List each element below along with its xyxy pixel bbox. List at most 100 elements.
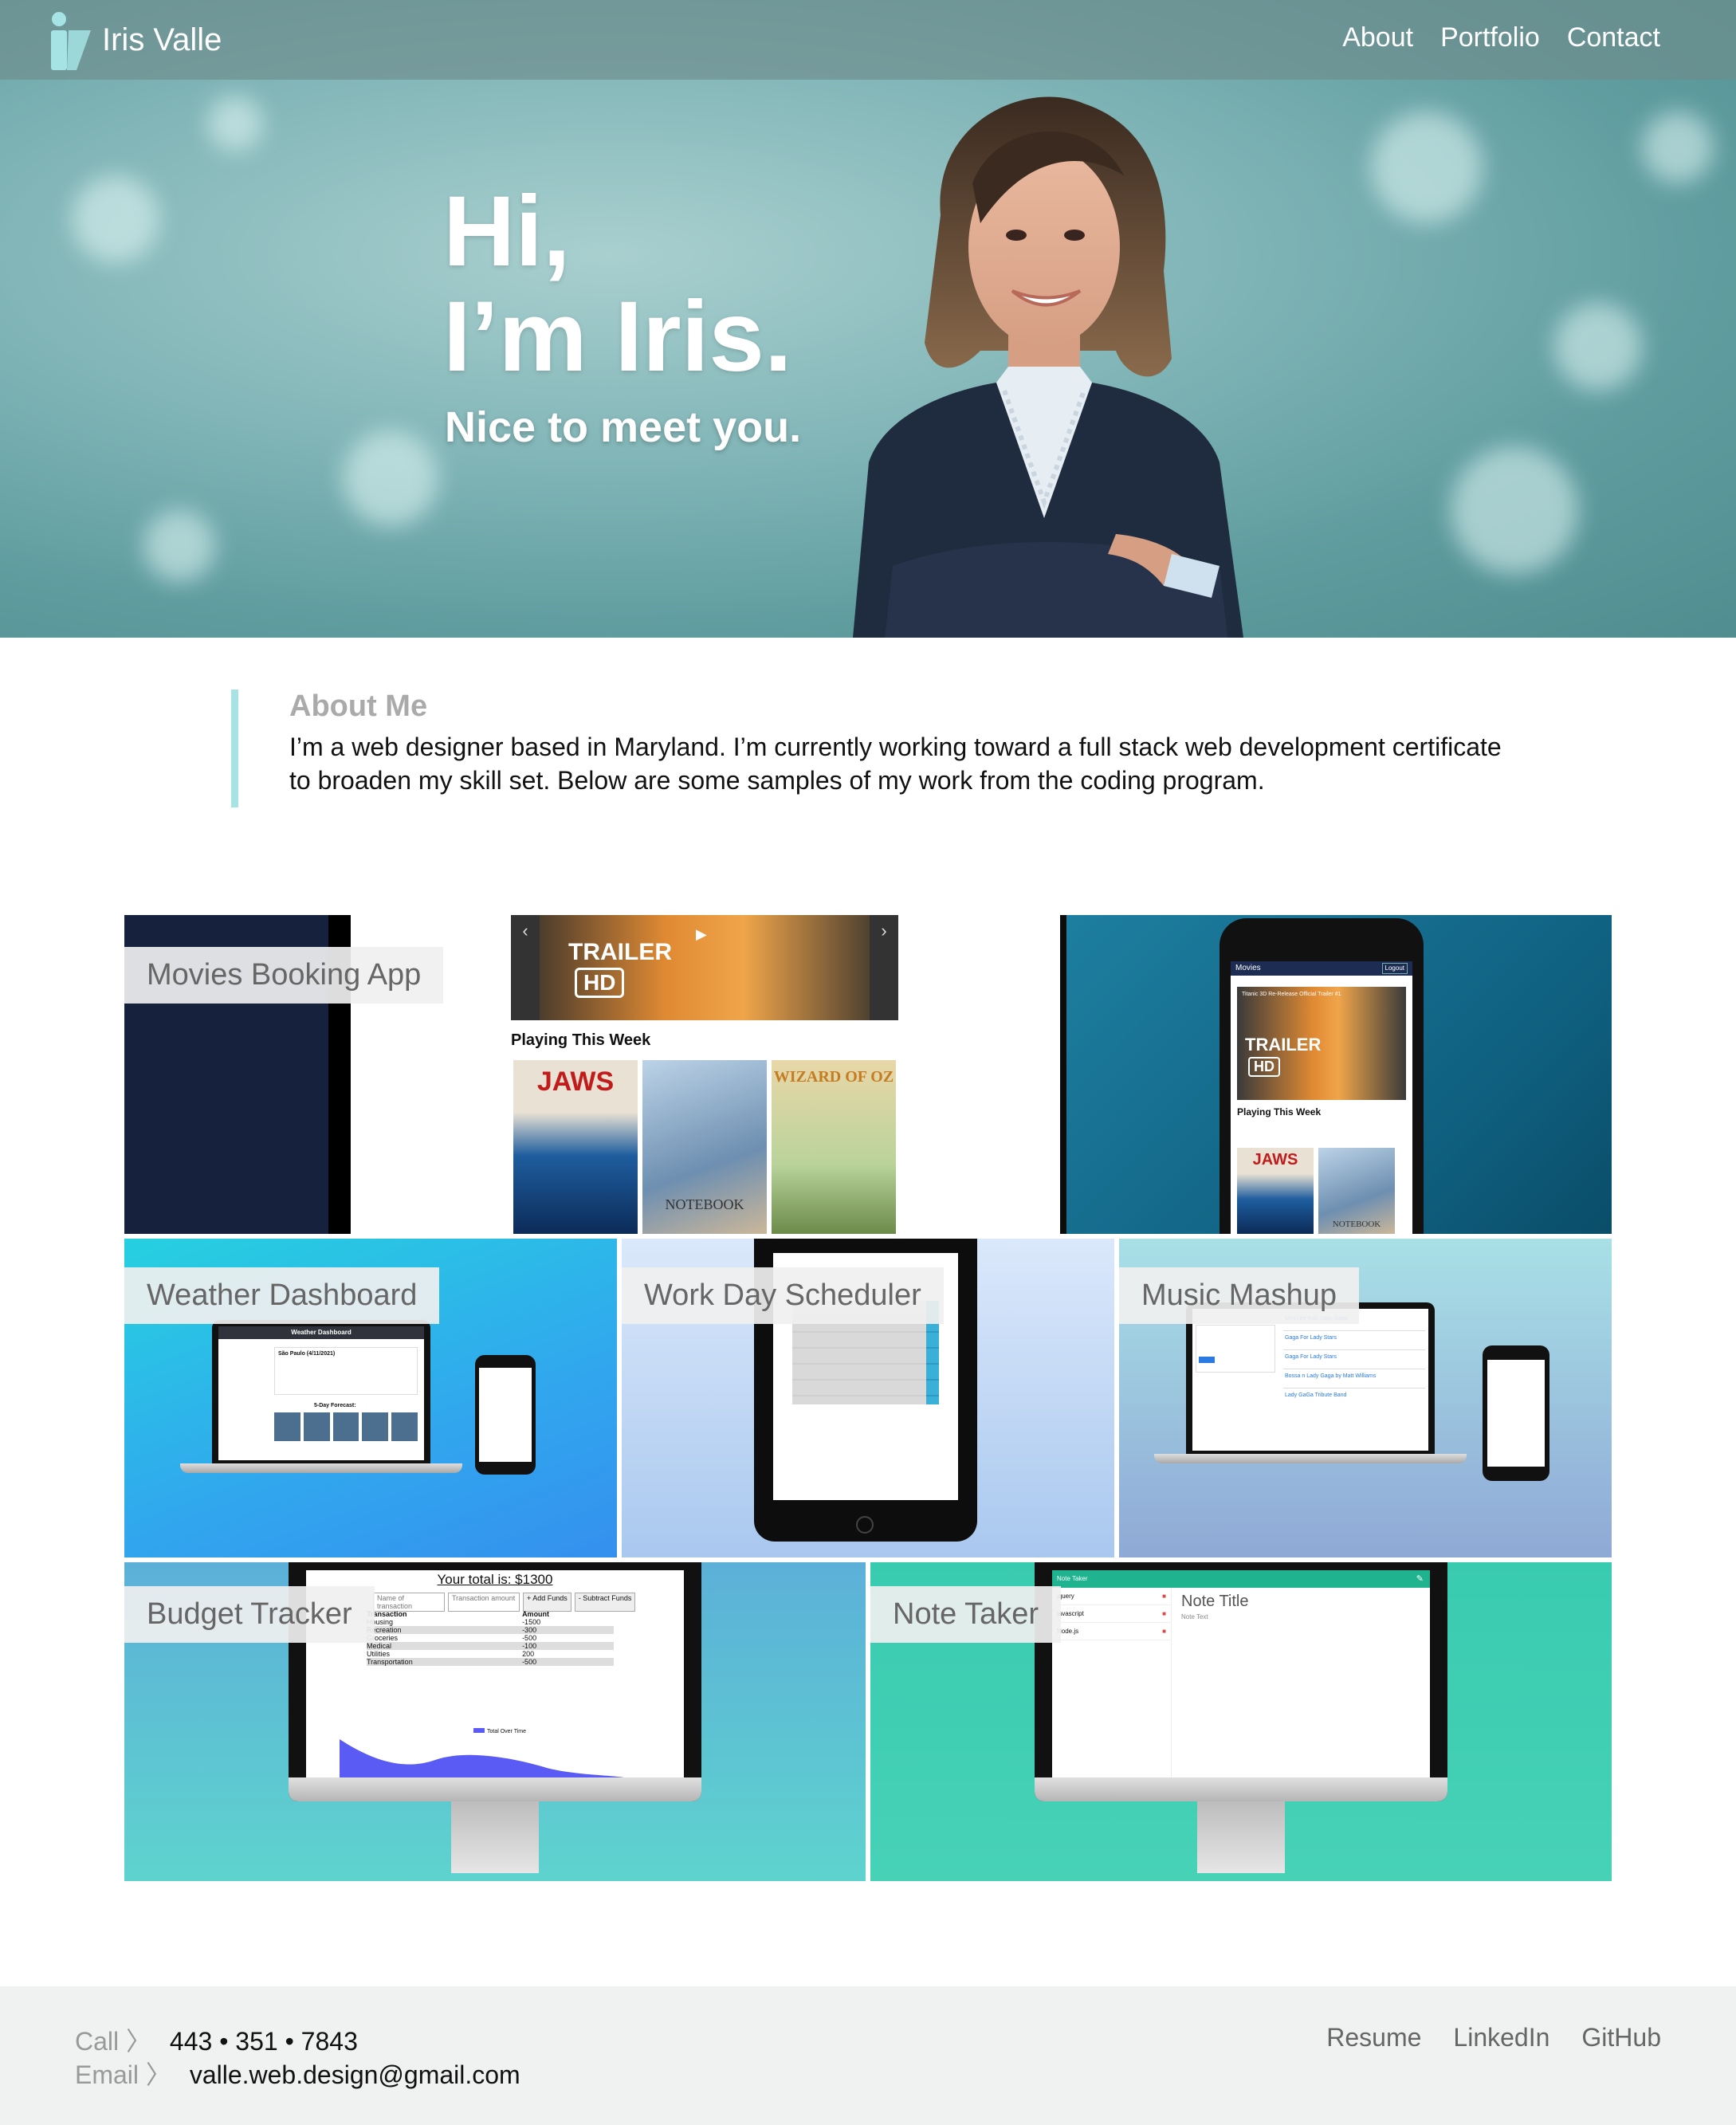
github-link[interactable]: GitHub	[1581, 2023, 1661, 2052]
call-label: Call 〉	[75, 2027, 152, 2056]
song-item[interactable]: Gaga For Lady Stars	[1283, 1331, 1425, 1350]
phone-number[interactable]: 443 • 351 • 7843	[170, 2027, 358, 2056]
poster-wizard-of-oz[interactable]: WIZARD OF OZ	[772, 1060, 896, 1234]
cell: 200	[522, 1650, 535, 1658]
nav-link-contact[interactable]: Contact	[1567, 22, 1660, 53]
forecast-cards	[274, 1412, 418, 1441]
project-tile-scheduler[interactable]: Work Day Scheduler	[622, 1239, 1114, 1557]
forecast-heading: 5-Day Forecast:	[314, 1403, 356, 1408]
email-address[interactable]: valle.web.design@gmail.com	[190, 2060, 520, 2089]
trash-icon[interactable]: ■	[1162, 1628, 1166, 1635]
phone-screen: Movies Logout Titanic 3D Re-Release Offi…	[1231, 961, 1412, 1234]
cell: Housing	[367, 1618, 394, 1626]
trailer-banner[interactable]: ‹ › TRAILER HD ▶	[511, 915, 898, 1020]
about-text: I’m a web designer based in Maryland. I’…	[289, 733, 1502, 795]
note-list-item[interactable]: jquery ■	[1052, 1588, 1171, 1605]
edit-icon[interactable]: ✎	[1416, 1570, 1424, 1588]
project-title[interactable]: Movies Booking App	[124, 947, 444, 1004]
budget-area-chart	[340, 1739, 634, 1779]
song-list: Mim Lee feat. Lady Gaga Gaga For Lady St…	[1283, 1312, 1425, 1402]
monitor-chin	[289, 1777, 701, 1801]
project-title[interactable]: Music Mashup	[1119, 1267, 1359, 1324]
nav-links: About Portfolio Contact	[1342, 22, 1660, 53]
cell: Groceries	[367, 1634, 399, 1642]
search-form	[1196, 1325, 1275, 1373]
app-trailer[interactable]: Titanic 3D Re-Release Official Trailer #…	[1237, 987, 1406, 1100]
logout-button[interactable]: Logout	[1381, 963, 1408, 974]
trailer-label: TRAILER	[568, 939, 672, 965]
note-item-title: javascript	[1057, 1610, 1084, 1617]
logo-icon[interactable]	[48, 11, 92, 70]
phone-screen	[1487, 1360, 1545, 1467]
app-poster-notebook[interactable]: NOTEBOOK	[1318, 1148, 1395, 1234]
laptop-base	[180, 1463, 462, 1473]
table-row: Medical -100	[367, 1642, 614, 1650]
email-label: Email 〉	[75, 2060, 171, 2089]
note-list-item[interactable]: Node.js ■	[1052, 1623, 1171, 1640]
monitor-mockup: Note Taker ✎ jquery ■ javascript ■ Node.js…	[1035, 1562, 1447, 1801]
linkedin-link[interactable]: LinkedIn	[1453, 2023, 1549, 2052]
app-hd-badge: HD	[1248, 1057, 1280, 1077]
portrait-photo	[853, 96, 1243, 638]
app-poster-title: JAWS	[1252, 1151, 1298, 1169]
laptop-mockup: Mim Lee feat. Lady Gaga Gaga For Lady St…	[1186, 1302, 1435, 1454]
project-tile-budget[interactable]: Your total is: $1300 Name of transaction…	[124, 1562, 866, 1881]
resume-link[interactable]: Resume	[1326, 2023, 1421, 2052]
home-button-icon	[856, 1516, 874, 1534]
project-tile-music[interactable]: Mim Lee feat. Lady Gaga Gaga For Lady St…	[1119, 1239, 1612, 1557]
add-funds-button[interactable]: + Add Funds	[523, 1593, 571, 1612]
trash-icon[interactable]: ■	[1162, 1610, 1166, 1617]
carousel-prev-icon[interactable]: ‹	[511, 915, 540, 1020]
phone-mockup	[1483, 1345, 1549, 1481]
cell: -100	[522, 1642, 537, 1650]
transaction-amount-input[interactable]: Transaction amount	[448, 1593, 520, 1612]
song-item[interactable]: Lady GaGa Tribute Band	[1283, 1389, 1425, 1402]
note-text-input[interactable]: Note Text	[1181, 1613, 1208, 1620]
song-item[interactable]: Bossa n Lady Gaga by Matt Williams	[1283, 1369, 1425, 1389]
project-tile-weather[interactable]: Weather Dashboard São Paulo (4/11/2021) …	[124, 1239, 617, 1557]
nav-link-portfolio[interactable]: Portfolio	[1440, 22, 1540, 53]
phone-frame: Movies Logout Titanic 3D Re-Release Offi…	[1220, 918, 1424, 1234]
project-title[interactable]: Budget Tracker	[124, 1586, 375, 1643]
chart-legend: Total Over Time	[473, 1728, 526, 1734]
transactions-table: Transaction Amount Housing -1500 Recreatio…	[367, 1610, 614, 1666]
transaction-name-input[interactable]: Name of transaction	[373, 1593, 445, 1612]
note-list-item[interactable]: javascript ■	[1052, 1605, 1171, 1623]
brand-name[interactable]: Iris Valle	[102, 22, 222, 58]
bokeh-light	[1554, 303, 1642, 391]
project-tile-notes[interactable]: Note Taker ✎ jquery ■ javascript ■ Node.js…	[870, 1562, 1612, 1881]
app-playing: Playing This Week	[1237, 1106, 1322, 1117]
monitor-chin	[1035, 1777, 1447, 1801]
project-tile-movies[interactable]: ‹ › TRAILER HD ▶ Playing This Week JAWS …	[124, 915, 1612, 1234]
note-app-title: Note Taker	[1057, 1575, 1088, 1582]
subtract-funds-button[interactable]: - Subtract Funds	[574, 1593, 636, 1612]
hero-heading: Hi, I’m Iris.	[443, 179, 792, 390]
app-header: Movies Logout	[1231, 961, 1412, 976]
phone-screen	[479, 1368, 532, 1462]
nav-link-about[interactable]: About	[1342, 22, 1413, 53]
project-title[interactable]: Work Day Scheduler	[622, 1267, 944, 1324]
app-trailer-caption: Titanic 3D Re-Release Official Trailer #…	[1242, 992, 1341, 997]
trash-icon[interactable]: ■	[1162, 1593, 1166, 1600]
hero-line-2: I’m Iris.	[443, 281, 792, 392]
cell: Medical	[367, 1642, 392, 1650]
app-poster-title: NOTEBOOK	[1332, 1220, 1381, 1229]
legend-swatch	[473, 1728, 485, 1733]
monitor-stand	[1197, 1801, 1285, 1873]
current-weather-card: São Paulo (4/11/2021)	[274, 1347, 418, 1395]
play-icon[interactable]: ▶	[696, 926, 707, 943]
song-item[interactable]: Gaga For Lady Stars	[1283, 1350, 1425, 1369]
app-poster-jaws[interactable]: JAWS	[1237, 1148, 1314, 1234]
email-row: Email 〉 valle.web.design@gmail.com	[75, 2055, 520, 2092]
cell: Transportation	[367, 1658, 413, 1666]
footer: Call 〉 443 • 351 • 7843 Email 〉 valle.we…	[0, 1986, 1736, 2125]
table-row: Housing -1500	[367, 1618, 614, 1626]
project-title[interactable]: Note Taker	[870, 1586, 1062, 1643]
cell: -500	[522, 1634, 537, 1642]
poster-jaws[interactable]: JAWS	[513, 1060, 638, 1234]
note-title-input[interactable]: Note Title	[1181, 1593, 1248, 1611]
carousel-next-icon[interactable]: ›	[870, 915, 898, 1020]
laptop-screen: Mim Lee feat. Lady Gaga Gaga For Lady St…	[1192, 1309, 1428, 1451]
project-title[interactable]: Weather Dashboard	[124, 1267, 440, 1324]
poster-notebook[interactable]: NOTEBOOK	[642, 1060, 767, 1234]
